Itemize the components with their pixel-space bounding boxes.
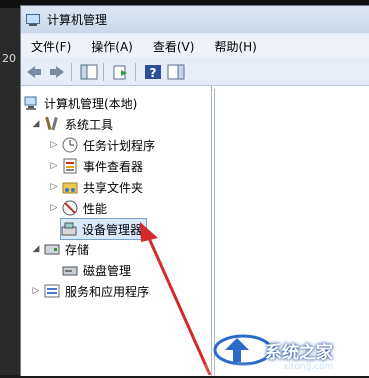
watermark-text: 系统之家	[265, 343, 333, 363]
red-arrow-annotation	[140, 222, 212, 375]
watermark-url: xitong.com	[283, 362, 334, 372]
